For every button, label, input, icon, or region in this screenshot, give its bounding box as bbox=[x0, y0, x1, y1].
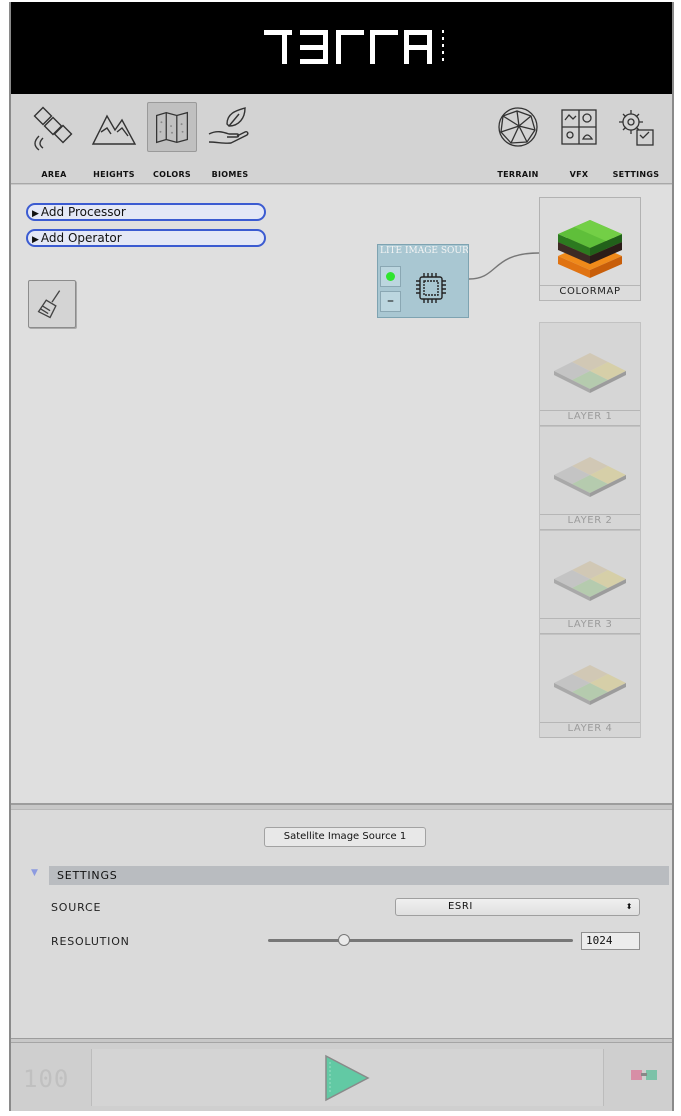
node-graph-canvas[interactable]: ▶ Add Processor ▶ Add Operator LITE IMAGE … bbox=[11, 185, 672, 805]
layer-tile-icon bbox=[554, 457, 626, 497]
layer-3-label: LAYER 3 bbox=[540, 618, 640, 634]
colormap-label: COLORMAP bbox=[540, 285, 640, 301]
layer-4-label: LAYER 4 bbox=[540, 722, 640, 738]
tab-vfx[interactable]: VFX bbox=[550, 100, 608, 180]
layer-tile-icon bbox=[554, 665, 626, 705]
generate-button[interactable] bbox=[91, 1049, 604, 1106]
tab-colors[interactable]: COLORS bbox=[143, 100, 201, 180]
terra-logo bbox=[264, 30, 444, 64]
node-connection-wire bbox=[469, 252, 540, 280]
settings-foldout-icon[interactable]: ▼ bbox=[31, 866, 38, 880]
node-title: LITE IMAGE SOUR bbox=[380, 246, 468, 256]
settings-section-header[interactable]: SETTINGS bbox=[49, 866, 669, 885]
bottom-toolbar: 100 bbox=[11, 1042, 672, 1111]
layer-2-output[interactable]: LAYER 2 bbox=[539, 426, 641, 530]
tab-heights[interactable]: HEIGHTS bbox=[85, 100, 143, 180]
clear-graph-button[interactable] bbox=[28, 280, 76, 328]
mountains-icon bbox=[91, 114, 137, 145]
layer-4-output[interactable]: LAYER 4 bbox=[539, 634, 641, 738]
add-operator-label: Add Operator bbox=[40, 231, 122, 245]
layer-3-output[interactable]: LAYER 3 bbox=[539, 530, 641, 634]
progress-counter: 100 bbox=[23, 1065, 70, 1093]
app-header bbox=[11, 2, 672, 94]
play-icon bbox=[325, 1054, 370, 1102]
node-name-button[interactable]: Satellite Image Source 1 bbox=[264, 827, 426, 847]
source-value: ESRI bbox=[448, 901, 473, 912]
source-label: SOURCE bbox=[51, 901, 102, 914]
layer-1-label: LAYER 1 bbox=[540, 410, 640, 426]
tab-area[interactable]: AREA bbox=[25, 100, 83, 180]
globe-mesh-icon bbox=[498, 107, 538, 147]
satellite-image-source-node[interactable]: LITE IMAGE SOUR – bbox=[377, 244, 469, 318]
resolution-slider[interactable] bbox=[268, 934, 573, 946]
module-tab-bar: AREA HEIGHTS COLORS BIOMES TERRAIN VFX S… bbox=[11, 94, 672, 184]
leaf-hand-icon bbox=[208, 107, 249, 144]
node-inspector: Satellite Image Source 1 ▼ SETTINGS SOUR… bbox=[11, 809, 672, 1039]
resolution-slider-knob[interactable] bbox=[338, 934, 351, 946]
source-dropdown[interactable]: ESRI ⬍ bbox=[395, 898, 640, 916]
layer-tile-icon bbox=[554, 561, 626, 601]
resolution-label: RESOLUTION bbox=[51, 935, 130, 948]
node-collapse-button[interactable]: – bbox=[380, 291, 401, 312]
tab-settings[interactable]: SETTINGS bbox=[607, 100, 665, 180]
layer-2-label: LAYER 2 bbox=[540, 514, 640, 530]
node-active-toggle[interactable] bbox=[380, 266, 401, 287]
terra-window: AREA HEIGHTS COLORS BIOMES TERRAIN VFX S… bbox=[9, 2, 674, 1111]
tab-settings-label: SETTINGS bbox=[612, 170, 660, 179]
satellite-icon bbox=[33, 106, 73, 151]
terrain-block-icon bbox=[558, 220, 622, 278]
gears-icon bbox=[619, 110, 654, 146]
layer-tile-icon bbox=[554, 353, 626, 393]
map-icon bbox=[147, 102, 197, 152]
tab-biomes-label: BIOMES bbox=[211, 170, 249, 179]
add-operator-button[interactable]: ▶ Add Operator bbox=[26, 229, 266, 247]
add-processor-button[interactable]: ▶ Add Processor bbox=[26, 203, 266, 221]
layer-1-output[interactable]: LAYER 1 bbox=[539, 322, 641, 426]
vfx-grid-icon bbox=[561, 109, 597, 145]
expand-triangle-icon: ▶ bbox=[32, 235, 39, 245]
expand-triangle-icon: ▶ bbox=[32, 209, 39, 219]
add-processor-label: Add Processor bbox=[40, 205, 126, 219]
vr-glasses-icon[interactable] bbox=[630, 1065, 658, 1085]
tab-terrain[interactable]: TERRAIN bbox=[489, 100, 547, 180]
resolution-input[interactable]: 1024 bbox=[581, 932, 640, 950]
dropdown-arrows-icon: ⬍ bbox=[625, 902, 633, 911]
chip-icon bbox=[416, 273, 446, 303]
tab-biomes[interactable]: BIOMES bbox=[201, 100, 259, 180]
colormap-output[interactable]: COLORMAP bbox=[539, 197, 641, 301]
broom-icon bbox=[37, 290, 61, 319]
